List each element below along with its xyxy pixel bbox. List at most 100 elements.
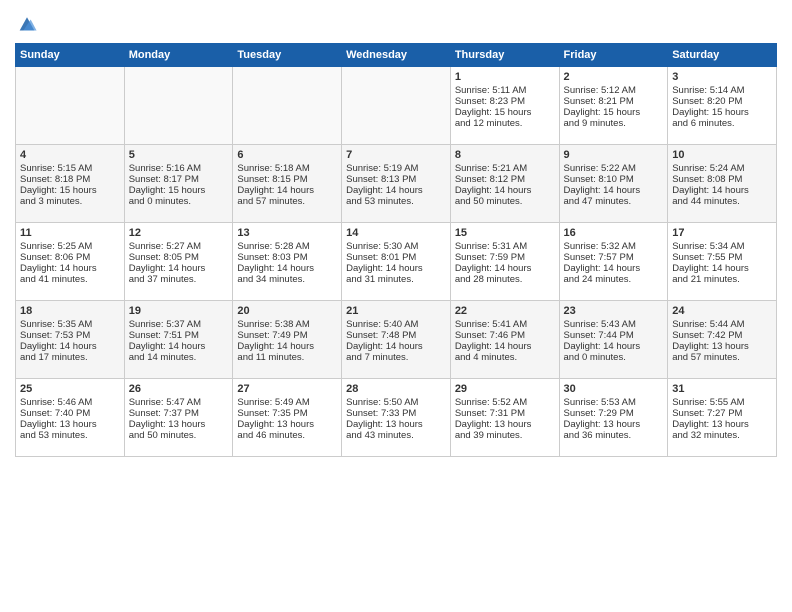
calendar-cell: 22Sunrise: 5:41 AMSunset: 7:46 PMDayligh…: [450, 300, 559, 378]
day-info: Sunset: 7:55 PM: [672, 252, 772, 263]
header-cell: Tuesday: [233, 43, 342, 66]
day-info: Sunrise: 5:14 AM: [672, 85, 772, 96]
calendar-cell: 9Sunrise: 5:22 AMSunset: 8:10 PMDaylight…: [559, 144, 668, 222]
calendar-cell: 8 Sunrise: 5:21 AMSunset: 8:12 PMDaylight…: [450, 144, 559, 222]
calendar-cell: 12Sunrise: 5:27 AMSunset: 8:05 PMDayligh…: [124, 222, 233, 300]
day-info: and 17 minutes.: [20, 352, 120, 363]
calendar-cell: 30Sunrise: 5:53 AMSunset: 7:29 PMDayligh…: [559, 378, 668, 456]
day-info: and 50 minutes.: [455, 196, 555, 207]
day-number: 5: [129, 149, 229, 161]
day-info: Daylight: 13 hours: [672, 419, 772, 430]
day-info: Sunset: 7:29 PM: [564, 408, 664, 419]
day-info: Daylight: 15 hours: [129, 185, 229, 196]
calendar-cell: 31Sunrise: 5:55 AMSunset: 7:27 PMDayligh…: [668, 378, 777, 456]
day-number: 6: [237, 149, 337, 161]
day-info: Sunset: 7:40 PM: [20, 408, 120, 419]
calendar-cell: 13Sunrise: 5:28 AMSunset: 8:03 PMDayligh…: [233, 222, 342, 300]
day-info: Sunset: 8:03 PM: [237, 252, 337, 263]
day-info: and 50 minutes.: [129, 430, 229, 441]
day-info: Daylight: 15 hours: [672, 107, 772, 118]
day-number: 11: [20, 227, 120, 239]
day-number: 30: [564, 383, 664, 395]
day-info: and 9 minutes.: [564, 118, 664, 129]
day-info: Daylight: 14 hours: [672, 263, 772, 274]
day-info: and 37 minutes.: [129, 274, 229, 285]
day-info: Sunset: 7:46 PM: [455, 330, 555, 341]
day-info: Sunrise: 5:27 AM: [129, 241, 229, 252]
day-info: Sunset: 8:21 PM: [564, 96, 664, 107]
day-info: Sunrise: 5:12 AM: [564, 85, 664, 96]
day-info: Sunrise: 5:55 AM: [672, 397, 772, 408]
day-info: Daylight: 14 hours: [455, 185, 555, 196]
calendar-row: 4Sunrise: 5:15 AMSunset: 8:18 PMDaylight…: [16, 144, 777, 222]
header-cell: Saturday: [668, 43, 777, 66]
day-info: Daylight: 14 hours: [346, 263, 446, 274]
day-info: Daylight: 15 hours: [20, 185, 120, 196]
calendar-cell: 16Sunrise: 5:32 AMSunset: 7:57 PMDayligh…: [559, 222, 668, 300]
calendar-cell: [342, 66, 451, 144]
day-info: Sunset: 7:42 PM: [672, 330, 772, 341]
calendar-cell: 15 Sunrise: 5:31 AMSunset: 7:59 PMDayligh…: [450, 222, 559, 300]
day-info: Sunrise: 5:37 AM: [129, 319, 229, 330]
day-info: Sunset: 8:17 PM: [129, 174, 229, 185]
day-number: 29: [455, 383, 555, 395]
day-number: 8: [455, 149, 555, 161]
day-info: Sunset: 8:23 PM: [455, 96, 555, 107]
day-info: Daylight: 14 hours: [455, 341, 555, 352]
header-cell: Monday: [124, 43, 233, 66]
day-number: 2: [564, 71, 664, 83]
calendar-cell: 18Sunrise: 5:35 AMSunset: 7:53 PMDayligh…: [16, 300, 125, 378]
header-row: SundayMondayTuesdayWednesdayThursdayFrid…: [16, 43, 777, 66]
day-number: 3: [672, 71, 772, 83]
day-number: 24: [672, 305, 772, 317]
day-info: Sunset: 7:49 PM: [237, 330, 337, 341]
day-info: and 7 minutes.: [346, 352, 446, 363]
calendar-cell: 27Sunrise: 5:49 AMSunset: 7:35 PMDayligh…: [233, 378, 342, 456]
day-info: Daylight: 13 hours: [455, 419, 555, 430]
calendar-header: SundayMondayTuesdayWednesdayThursdayFrid…: [16, 43, 777, 66]
header-cell: Wednesday: [342, 43, 451, 66]
day-info: Sunrise: 5:49 AM: [237, 397, 337, 408]
day-info: Sunrise: 5:35 AM: [20, 319, 120, 330]
day-info: and 24 minutes.: [564, 274, 664, 285]
day-info: and 28 minutes.: [455, 274, 555, 285]
day-number: 4: [20, 149, 120, 161]
day-info: Daylight: 13 hours: [346, 419, 446, 430]
calendar-cell: 25Sunrise: 5:46 AMSunset: 7:40 PMDayligh…: [16, 378, 125, 456]
day-info: Daylight: 14 hours: [237, 263, 337, 274]
day-info: Sunset: 8:05 PM: [129, 252, 229, 263]
day-info: Daylight: 13 hours: [237, 419, 337, 430]
day-info: Sunrise: 5:34 AM: [672, 241, 772, 252]
day-info: Sunrise: 5:24 AM: [672, 163, 772, 174]
day-info: Sunset: 7:59 PM: [455, 252, 555, 263]
calendar-row: 25Sunrise: 5:46 AMSunset: 7:40 PMDayligh…: [16, 378, 777, 456]
day-info: and 31 minutes.: [346, 274, 446, 285]
day-info: Sunset: 8:08 PM: [672, 174, 772, 185]
day-info: Daylight: 14 hours: [455, 263, 555, 274]
day-info: Sunrise: 5:44 AM: [672, 319, 772, 330]
calendar-cell: 19Sunrise: 5:37 AMSunset: 7:51 PMDayligh…: [124, 300, 233, 378]
day-info: Daylight: 14 hours: [129, 341, 229, 352]
day-info: and 47 minutes.: [564, 196, 664, 207]
day-info: Sunrise: 5:21 AM: [455, 163, 555, 174]
day-info: Sunrise: 5:31 AM: [455, 241, 555, 252]
day-info: Sunrise: 5:47 AM: [129, 397, 229, 408]
calendar-table: SundayMondayTuesdayWednesdayThursdayFrid…: [15, 43, 777, 457]
header-cell: Thursday: [450, 43, 559, 66]
day-number: 15: [455, 227, 555, 239]
day-number: 25: [20, 383, 120, 395]
day-info: Sunset: 8:12 PM: [455, 174, 555, 185]
day-info: and 41 minutes.: [20, 274, 120, 285]
day-info: and 0 minutes.: [564, 352, 664, 363]
day-info: Sunset: 7:48 PM: [346, 330, 446, 341]
day-info: Sunrise: 5:30 AM: [346, 241, 446, 252]
day-info: Daylight: 14 hours: [346, 341, 446, 352]
day-info: Sunrise: 5:25 AM: [20, 241, 120, 252]
day-number: 13: [237, 227, 337, 239]
day-info: Sunrise: 5:19 AM: [346, 163, 446, 174]
day-info: Sunset: 8:13 PM: [346, 174, 446, 185]
day-info: Sunset: 7:31 PM: [455, 408, 555, 419]
day-info: and 44 minutes.: [672, 196, 772, 207]
calendar-cell: [233, 66, 342, 144]
day-info: Sunrise: 5:40 AM: [346, 319, 446, 330]
